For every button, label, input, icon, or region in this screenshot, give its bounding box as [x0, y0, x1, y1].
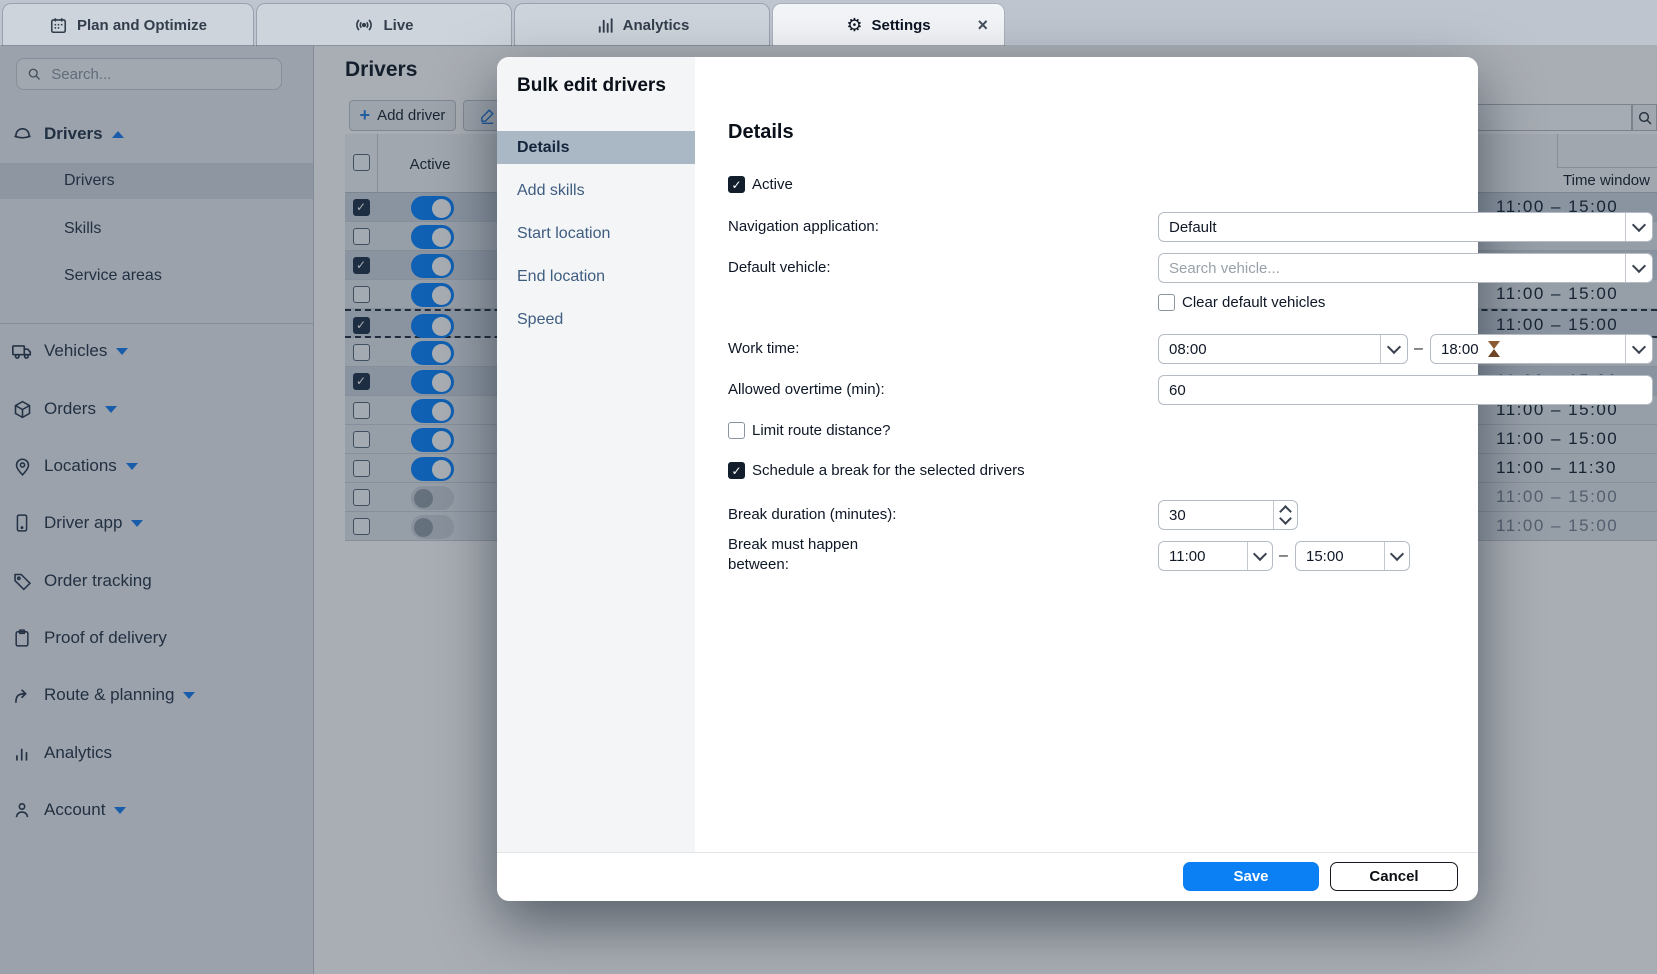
gear-icon: ⚙: [846, 16, 862, 34]
navigation-application-label: Navigation application:: [728, 212, 879, 242]
calendar-icon: [49, 16, 68, 35]
chevron-down-icon[interactable]: [1380, 335, 1407, 363]
tab-label: Analytics: [623, 17, 690, 34]
limit-route-distance-checkbox[interactable]: [728, 422, 745, 439]
allowed-overtime-label: Allowed overtime (min):: [728, 375, 885, 405]
navigation-application-value: Default: [1169, 219, 1217, 236]
number-stepper[interactable]: [1273, 501, 1297, 529]
tab-plan-and-optimize[interactable]: Plan and Optimize: [2, 3, 254, 46]
save-button[interactable]: Save: [1183, 862, 1319, 891]
work-time-from-value: 08:00: [1169, 341, 1207, 358]
work-time-from-select[interactable]: 08:00: [1158, 334, 1408, 364]
break-between-label: Break must happen between:: [728, 535, 858, 575]
tab-settings[interactable]: ⚙ Settings ×: [772, 3, 1005, 46]
tab-bar: Plan and Optimize Live Analytics ⚙ Setti…: [0, 0, 1657, 45]
break-between-label-line1: Break must happen: [728, 536, 858, 553]
default-vehicle-select[interactable]: Search vehicle...: [1158, 253, 1653, 283]
modal-nav-label: Speed: [517, 311, 563, 329]
tab-label: Settings: [871, 17, 930, 34]
modal-sidebar: Bulk edit drivers Details Add skills Sta…: [497, 57, 695, 852]
chevron-down-icon[interactable]: [1384, 542, 1409, 570]
live-icon: [354, 15, 374, 35]
schedule-break-row[interactable]: Schedule a break for the selected driver…: [728, 462, 1025, 479]
break-from-value: 11:00: [1169, 548, 1205, 565]
bulk-edit-drivers-modal: Bulk edit drivers Details Add skills Sta…: [497, 57, 1478, 901]
default-vehicle-placeholder: Search vehicle...: [1169, 260, 1280, 277]
limit-route-distance-label: Limit route distance?: [752, 422, 890, 439]
work-time-to-value: 18:00: [1441, 341, 1479, 358]
clear-default-vehicles-row[interactable]: Clear default vehicles: [1158, 294, 1325, 311]
modal-nav-start-location[interactable]: Start location: [497, 217, 695, 250]
details-heading: Details: [728, 121, 794, 144]
modal-nav-end-location[interactable]: End location: [497, 260, 695, 293]
tab-analytics[interactable]: Analytics: [514, 3, 770, 46]
schedule-break-label: Schedule a break for the selected driver…: [752, 462, 1025, 479]
break-to-value: 15:00: [1306, 548, 1344, 565]
active-checkbox-label: Active: [752, 176, 793, 193]
break-duration-value: 30: [1169, 507, 1186, 524]
tab-label: Live: [383, 17, 413, 34]
footer-divider: [497, 852, 1478, 853]
break-to-select[interactable]: 15:00: [1295, 541, 1410, 571]
modal-nav-label: Details: [517, 139, 569, 157]
chevron-down-icon[interactable]: [1625, 213, 1652, 241]
chevron-down-icon[interactable]: [1625, 254, 1652, 282]
modal-title: Bulk edit drivers: [517, 75, 666, 97]
schedule-break-checkbox[interactable]: [728, 462, 745, 479]
range-dash: –: [1279, 541, 1288, 571]
close-icon[interactable]: ×: [977, 16, 988, 34]
modal-nav-label: End location: [517, 268, 605, 286]
app-screen: Plan and Optimize Live Analytics ⚙ Setti…: [0, 0, 1657, 974]
analytics-icon: [595, 16, 614, 35]
default-vehicle-label: Default vehicle:: [728, 253, 831, 283]
allowed-overtime-input[interactable]: 60: [1158, 375, 1653, 405]
limit-route-distance-row[interactable]: Limit route distance?: [728, 422, 890, 439]
tab-label: Plan and Optimize: [77, 17, 207, 34]
modal-nav-label: Start location: [517, 225, 610, 243]
clear-default-vehicles-label: Clear default vehicles: [1182, 294, 1325, 311]
chevron-down-icon[interactable]: [1625, 335, 1652, 363]
active-checkbox-row[interactable]: Active: [728, 176, 793, 193]
work-time-label: Work time:: [728, 334, 799, 364]
clear-default-vehicles-checkbox[interactable]: [1158, 294, 1175, 311]
break-between-label-line2: between:: [728, 556, 789, 573]
modal-nav-label: Add skills: [517, 182, 585, 200]
allowed-overtime-value: 60: [1169, 382, 1186, 399]
modal-body: Details Active Navigation application: D…: [695, 57, 1478, 852]
break-from-select[interactable]: 11:00: [1158, 541, 1273, 571]
modal-nav-speed[interactable]: Speed: [497, 303, 695, 336]
modal-nav-add-skills[interactable]: Add skills: [497, 174, 695, 207]
hourglass-icon: [1487, 340, 1501, 358]
chevron-down-icon[interactable]: [1247, 542, 1272, 570]
range-dash: –: [1414, 334, 1423, 364]
work-time-to-select[interactable]: 18:00: [1430, 334, 1653, 364]
break-duration-input[interactable]: 30: [1158, 500, 1298, 530]
tab-live[interactable]: Live: [256, 3, 512, 46]
active-checkbox[interactable]: [728, 176, 745, 193]
cancel-button[interactable]: Cancel: [1330, 862, 1458, 891]
break-duration-label: Break duration (minutes):: [728, 500, 896, 530]
modal-nav-details[interactable]: Details: [497, 131, 695, 164]
navigation-application-select[interactable]: Default: [1158, 212, 1653, 242]
